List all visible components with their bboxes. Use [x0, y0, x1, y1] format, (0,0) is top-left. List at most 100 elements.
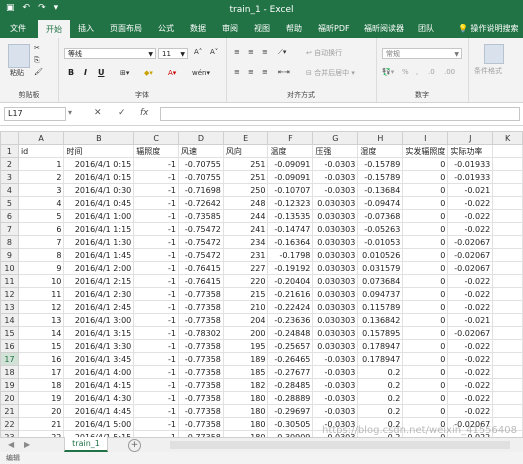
tab-foxit-pdf[interactable]: 福昕PDF — [318, 23, 350, 34]
cell[interactable]: -0.15789 — [357, 157, 404, 171]
cell[interactable]: -0.24848 — [267, 326, 314, 340]
cell[interactable]: -0.0303 — [312, 157, 359, 171]
cell[interactable]: 0 — [402, 235, 449, 249]
column-header-k[interactable]: K — [492, 131, 523, 145]
cell[interactable]: 21 — [17, 417, 65, 431]
number-format-combo[interactable]: 常规 ▼ — [382, 48, 462, 59]
row-header[interactable]: 18 — [0, 365, 19, 379]
cell[interactable]: -0.022 — [447, 222, 494, 236]
cell[interactable]: 2016/4/1 4:15 — [63, 378, 135, 392]
cell[interactable]: -0.77358 — [177, 313, 224, 327]
cell[interactable]: 2016/4/1 3:30 — [63, 339, 135, 353]
cell[interactable]: 0.030303 — [312, 248, 359, 262]
align-top-icon[interactable]: ≡ — [234, 48, 240, 56]
cell[interactable]: -0.78302 — [177, 326, 224, 340]
cell[interactable]: 4 — [17, 196, 65, 210]
cell[interactable]: -0.16364 — [267, 235, 314, 249]
cell[interactable]: -0.71698 — [177, 183, 224, 197]
cell[interactable]: 2016/4/1 1:30 — [63, 235, 135, 249]
row-header[interactable]: 1 — [0, 144, 19, 158]
cell[interactable]: 8 — [17, 248, 65, 262]
column-header-b[interactable]: B — [63, 131, 135, 145]
cell[interactable]: 185 — [222, 365, 269, 379]
cell[interactable]: 0.030303 — [312, 287, 359, 301]
cell[interactable]: 0.115789 — [357, 300, 404, 314]
cell[interactable]: -0.09091 — [267, 157, 314, 171]
row-header[interactable]: 12 — [0, 287, 19, 301]
cancel-icon[interactable]: ✕ — [94, 108, 102, 118]
cell[interactable]: 12 — [17, 300, 65, 314]
column-header-h[interactable]: H — [357, 131, 404, 145]
cell[interactable]: 辐照度 — [133, 144, 179, 158]
align-bottom-icon[interactable]: ≡ — [262, 48, 268, 56]
fill-color-icon[interactable]: ◆▾ — [144, 69, 153, 77]
cell[interactable]: -1 — [133, 339, 179, 353]
cell[interactable]: 0 — [402, 339, 449, 353]
row-header[interactable]: 21 — [0, 404, 19, 418]
cell[interactable]: 0.030303 — [312, 274, 359, 288]
cell[interactable]: 实发辐照度 — [402, 144, 449, 158]
cell[interactable]: -0.0303 — [312, 365, 359, 379]
cell[interactable]: 2 — [17, 170, 65, 184]
tab-team[interactable]: 团队 — [418, 23, 434, 34]
cell[interactable]: -1 — [133, 157, 179, 171]
row-header[interactable]: 22 — [0, 417, 19, 431]
cell[interactable]: -0.28485 — [267, 378, 314, 392]
cell[interactable]: 16 — [17, 352, 65, 366]
cell[interactable]: -0.022 — [447, 339, 494, 353]
cell[interactable]: -0.76415 — [177, 261, 224, 275]
row-header[interactable]: 6 — [0, 209, 19, 223]
cell[interactable]: 2016/4/1 0:15 — [63, 170, 135, 184]
font-color-icon[interactable]: A▾ — [168, 69, 176, 77]
row-header[interactable]: 8 — [0, 235, 19, 249]
decrease-decimal-icon[interactable]: .00 — [444, 68, 455, 76]
cell[interactable]: -0.77358 — [177, 391, 224, 405]
cell[interactable]: 1 — [17, 157, 65, 171]
cell[interactable]: -0.05263 — [357, 222, 404, 236]
cell[interactable]: 220 — [222, 274, 269, 288]
cell[interactable]: 2016/4/1 1:15 — [63, 222, 135, 236]
cell[interactable]: 2016/4/1 0:30 — [63, 183, 135, 197]
cell[interactable]: -0.022 — [447, 287, 494, 301]
enter-icon[interactable]: ✓ — [118, 108, 126, 118]
cell[interactable]: 0 — [402, 378, 449, 392]
cell[interactable]: 0.031579 — [357, 261, 404, 275]
italic-button[interactable]: I — [84, 68, 87, 77]
cell[interactable]: 2016/4/1 2:30 — [63, 287, 135, 301]
column-header-i[interactable]: I — [402, 131, 449, 145]
cell[interactable]: 227 — [222, 261, 269, 275]
cell[interactable] — [492, 248, 523, 262]
cell[interactable]: -0.22424 — [267, 300, 314, 314]
column-header-c[interactable]: C — [133, 131, 179, 145]
cell[interactable]: -1 — [133, 183, 179, 197]
cell[interactable]: 实际功率 — [447, 144, 494, 158]
column-header-a[interactable]: A — [17, 131, 65, 145]
cell[interactable]: 5 — [17, 209, 65, 223]
tab-review[interactable]: 审阅 — [222, 23, 238, 34]
cell[interactable]: 0.178947 — [357, 352, 404, 366]
insert-function-icon[interactable]: fx — [140, 108, 149, 118]
cell[interactable]: -0.72642 — [177, 196, 224, 210]
cell[interactable]: -0.0303 — [312, 391, 359, 405]
cell[interactable]: -0.0303 — [312, 170, 359, 184]
cell[interactable]: 0.073684 — [357, 274, 404, 288]
cell[interactable]: -0.73585 — [177, 209, 224, 223]
cell[interactable]: -0.75472 — [177, 235, 224, 249]
cell[interactable]: 0.030303 — [312, 326, 359, 340]
cell[interactable]: -0.12323 — [267, 196, 314, 210]
cell[interactable]: 182 — [222, 378, 269, 392]
cell[interactable]: 0 — [402, 287, 449, 301]
row-header[interactable]: 3 — [0, 170, 19, 184]
cell[interactable]: 0 — [402, 326, 449, 340]
cell[interactable]: 10 — [17, 274, 65, 288]
cell[interactable]: -1 — [133, 365, 179, 379]
select-all-corner[interactable] — [0, 131, 19, 145]
row-header[interactable]: 15 — [0, 326, 19, 340]
paste-icon[interactable] — [8, 44, 30, 68]
cell[interactable]: 189 — [222, 352, 269, 366]
cell[interactable]: -0.022 — [447, 404, 494, 418]
cell[interactable]: -1 — [133, 248, 179, 262]
align-middle-icon[interactable]: ≡ — [248, 48, 254, 56]
tab-file[interactable]: 文件 — [10, 23, 26, 34]
cell[interactable] — [492, 313, 523, 327]
